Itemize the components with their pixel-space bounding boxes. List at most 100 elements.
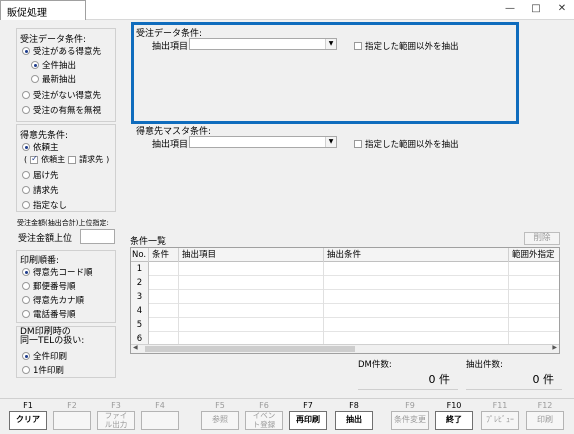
- col-criteria: 抽出条件: [324, 248, 509, 262]
- horizontal-scrollbar[interactable]: ◀ ▶: [131, 344, 559, 353]
- dm-count-label: DM件数:: [358, 360, 392, 370]
- radio-all-extract[interactable]: 全件抽出: [31, 59, 76, 71]
- dm-count-box: DM件数: 0 件: [358, 358, 458, 390]
- radio-customer-code[interactable]: 得意先コード順: [22, 266, 93, 278]
- fkey-f7: F7 再印刷: [288, 399, 328, 434]
- highlight-frame: [131, 22, 519, 124]
- billing-checkbox[interactable]: [68, 155, 77, 164]
- fkey-f8: F8 抽出: [334, 399, 374, 434]
- radio-dot: [31, 61, 39, 69]
- table-row[interactable]: 4: [131, 304, 559, 318]
- scroll-thumb[interactable]: [145, 346, 355, 352]
- fkey-f9: F9 条件変更: [390, 399, 430, 434]
- table-row[interactable]: 2: [131, 276, 559, 290]
- checkbox-box: [354, 140, 362, 148]
- radio-unspecified[interactable]: 指定なし: [22, 199, 67, 211]
- window-title: 販促処理: [0, 0, 86, 20]
- fkey-f12: F12 印刷: [525, 399, 565, 434]
- master-field-label: 抽出項目: [152, 140, 189, 150]
- col-exclusion: 範囲外指定: [512, 250, 555, 260]
- radio-dot: [22, 296, 30, 304]
- radio-dot: [31, 75, 39, 83]
- radio-dot: [22, 91, 30, 99]
- maximize-icon[interactable]: □: [530, 3, 542, 14]
- chevron-down-icon: ▼: [325, 137, 336, 147]
- master-exclude-checkbox[interactable]: 指定した範囲以外を抽出: [354, 138, 459, 150]
- radio-has-orders[interactable]: 受注がある得意先: [22, 45, 101, 57]
- title-bar: 販促処理 — □ ✕: [0, 0, 574, 20]
- table-row[interactable]: 1: [131, 262, 559, 276]
- radio-dot: [22, 282, 30, 290]
- radio-client[interactable]: 依頼主: [22, 141, 59, 153]
- fkey-f10: F10 終了: [434, 399, 474, 434]
- fkey-f4: F4: [140, 399, 180, 434]
- radio-dot: [22, 106, 30, 114]
- radio-print-one[interactable]: 1件印刷: [22, 364, 64, 376]
- col-condition: 条件: [149, 248, 179, 262]
- reference-button[interactable]: 参照: [201, 411, 239, 430]
- fkey-f2: F2: [52, 399, 92, 434]
- dm-count-value: 0 件: [428, 373, 451, 386]
- condition-table: No. 条件 抽出項目 抽出条件 範囲外指定 1 2 3 4 5 6 ◀ ▶: [130, 247, 560, 354]
- radio-customer-kana[interactable]: 得意先カナ順: [22, 294, 84, 306]
- table-header: No. 条件 抽出項目 抽出条件 範囲外指定: [131, 248, 559, 262]
- amount-input[interactable]: [80, 229, 115, 244]
- condition-list-title: 条件一覧: [130, 237, 167, 247]
- col-no: No.: [131, 248, 149, 262]
- amount-note: 受注金額(抽出合計)上位指定:: [17, 219, 109, 227]
- fkey-f1: F1 クリア: [8, 399, 48, 434]
- radio-dot: [22, 143, 30, 151]
- reprint-button[interactable]: 再印刷: [289, 411, 327, 430]
- scroll-left-icon[interactable]: ◀: [133, 344, 138, 351]
- radio-dot: [22, 171, 30, 179]
- table-row[interactable]: 3: [131, 290, 559, 304]
- radio-postal-code[interactable]: 郵便番号順: [22, 280, 76, 292]
- radio-dot: [22, 268, 30, 276]
- minimize-icon[interactable]: —: [504, 3, 516, 14]
- client-checkbox[interactable]: [30, 154, 39, 164]
- fkey-f3: F3 ファイル出力: [96, 399, 136, 434]
- radio-dot: [22, 47, 30, 55]
- function-key-bar: F1 クリア F2 F3 ファイル出力 F4 F5 参照 F6 イベント登録 F7 再印刷…: [0, 398, 574, 434]
- radio-dot: [22, 310, 30, 318]
- change-condition-button[interactable]: 条件変更: [391, 411, 429, 430]
- radio-dot: [22, 352, 30, 360]
- extract-count-label: 抽出件数:: [466, 360, 503, 370]
- radio-ignore-orders[interactable]: 受注の有無を無視: [22, 104, 101, 116]
- fkey-f11: F11 ﾌﾟﾚﾋﾞｭｰ: [480, 399, 520, 434]
- fkey-f6: F6 イベント登録: [244, 399, 284, 434]
- radio-dot: [22, 186, 30, 194]
- col-field: 抽出項目: [179, 248, 324, 262]
- extract-count-value: 0 件: [532, 373, 555, 386]
- radio-latest-extract[interactable]: 最新抽出: [31, 73, 76, 85]
- amount-label: 受注金額上位: [18, 234, 73, 244]
- master-field-select[interactable]: ▼: [189, 136, 337, 148]
- customer-title: 得意先条件:: [20, 131, 69, 141]
- extract-count-box: 抽出件数: 0 件: [466, 358, 562, 390]
- file-output-button[interactable]: ファイル出力: [97, 411, 135, 430]
- radio-phone[interactable]: 電話番号順: [22, 308, 76, 320]
- scroll-right-icon[interactable]: ▶: [552, 344, 557, 351]
- radio-delivery[interactable]: 届け先: [22, 169, 59, 181]
- delete-button[interactable]: 削除: [524, 232, 560, 245]
- radio-dot: [22, 201, 30, 209]
- client-sub-options: ( 依頼主 請求先 ): [24, 154, 109, 165]
- exit-button[interactable]: 終了: [435, 411, 473, 430]
- extract-button[interactable]: 抽出: [335, 411, 373, 430]
- clear-button[interactable]: クリア: [9, 411, 47, 430]
- order-data-title: 受注データ条件:: [20, 35, 87, 45]
- close-icon[interactable]: ✕: [556, 3, 568, 14]
- event-register-button[interactable]: イベント登録: [245, 411, 283, 430]
- radio-no-orders[interactable]: 受注がない得意先: [22, 89, 101, 101]
- dm-tel-title: DM印刷時の 同一TELの扱い:: [20, 327, 85, 346]
- f4-button[interactable]: [141, 411, 179, 430]
- print-order-title: 印刷順番:: [20, 256, 60, 266]
- print-button[interactable]: 印刷: [526, 411, 564, 430]
- radio-dot: [22, 366, 30, 374]
- radio-print-all[interactable]: 全件印刷: [22, 350, 67, 362]
- f2-button[interactable]: [53, 411, 91, 430]
- fkey-f5: F5 参照: [200, 399, 240, 434]
- table-row[interactable]: 5: [131, 318, 559, 332]
- preview-button[interactable]: ﾌﾟﾚﾋﾞｭｰ: [481, 411, 519, 430]
- radio-billing[interactable]: 請求先: [22, 184, 59, 196]
